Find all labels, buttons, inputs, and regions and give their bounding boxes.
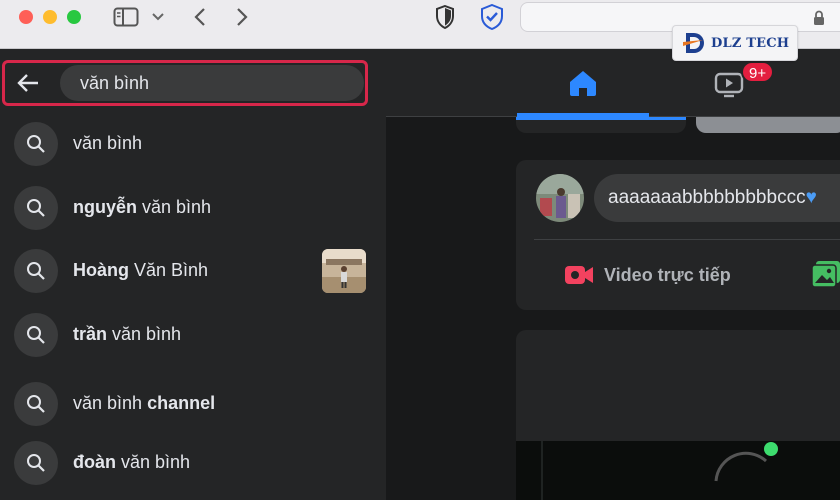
status-input[interactable]: aaaaaaabbbbbbbbbccc♥ [594, 174, 840, 222]
minimize-window-button[interactable] [43, 10, 57, 24]
watermark-text: DLZ TECH [711, 35, 790, 51]
suggestion-item[interactable]: Hoàng Văn Bình [0, 243, 386, 299]
post-composer: aaaaaaabbbbbbbbbccc♥ Video trực tiếp [516, 160, 840, 310]
suggestion-label: văn bình channel [73, 393, 216, 413]
search-bar [2, 60, 368, 106]
search-icon [14, 122, 58, 166]
live-video-icon [565, 266, 593, 284]
search-icon [14, 441, 58, 485]
story-card[interactable] [696, 117, 840, 133]
heart-emoji-icon: ♥ [805, 187, 817, 208]
divider [534, 239, 840, 240]
privacy-shield-icon[interactable] [432, 5, 458, 29]
suggestion-item[interactable]: trần văn bình [0, 307, 386, 363]
search-panel: văn bình nguyễn văn bình Hoàng Văn Bình [0, 49, 386, 500]
zoom-window-button[interactable] [67, 10, 81, 24]
back-arrow-icon[interactable] [15, 71, 41, 95]
close-window-button[interactable] [19, 10, 33, 24]
search-icon [14, 382, 58, 426]
back-nav-icon[interactable] [188, 5, 212, 29]
suggestion-item[interactable]: đoàn văn bình [0, 435, 386, 491]
search-icon [14, 313, 58, 357]
suggestion-label: văn bình [73, 133, 143, 153]
chevron-down-icon[interactable] [148, 5, 168, 29]
suggestion-label: nguyễn văn bình [73, 197, 212, 217]
search-input[interactable] [60, 65, 364, 101]
forward-nav-icon[interactable] [230, 5, 254, 29]
lock-icon [813, 10, 825, 31]
live-video-button[interactable]: Video trực tiếp [564, 260, 731, 290]
dlz-logo-icon [683, 33, 704, 53]
post-media[interactable] [516, 441, 840, 500]
suggestion-item[interactable]: văn bình [0, 116, 386, 172]
photo-video-icon[interactable] [811, 260, 840, 288]
story-card[interactable] [516, 117, 686, 133]
home-icon[interactable] [568, 69, 598, 102]
story-card-edge [516, 117, 686, 120]
suggestion-label: đoàn văn bình [73, 452, 191, 472]
suggestion-label: Hoàng Văn Bình [73, 260, 209, 280]
profile-thumbnail [322, 249, 366, 293]
sidebar-toggle-icon[interactable] [112, 5, 140, 29]
avatar[interactable] [536, 174, 584, 222]
watermark-logo: DLZ TECH [672, 25, 798, 61]
search-icon [14, 186, 58, 230]
search-icon [14, 249, 58, 293]
suggestion-item[interactable]: nguyễn văn bình [0, 180, 386, 236]
suggestion-item[interactable]: văn bình channel [0, 376, 386, 432]
feed-post [516, 330, 840, 500]
notification-badge: 9+ [741, 61, 775, 83]
suggestion-label: trần văn bình [73, 324, 182, 344]
security-extension-icon[interactable] [478, 4, 506, 30]
watch-icon[interactable] [714, 69, 744, 104]
